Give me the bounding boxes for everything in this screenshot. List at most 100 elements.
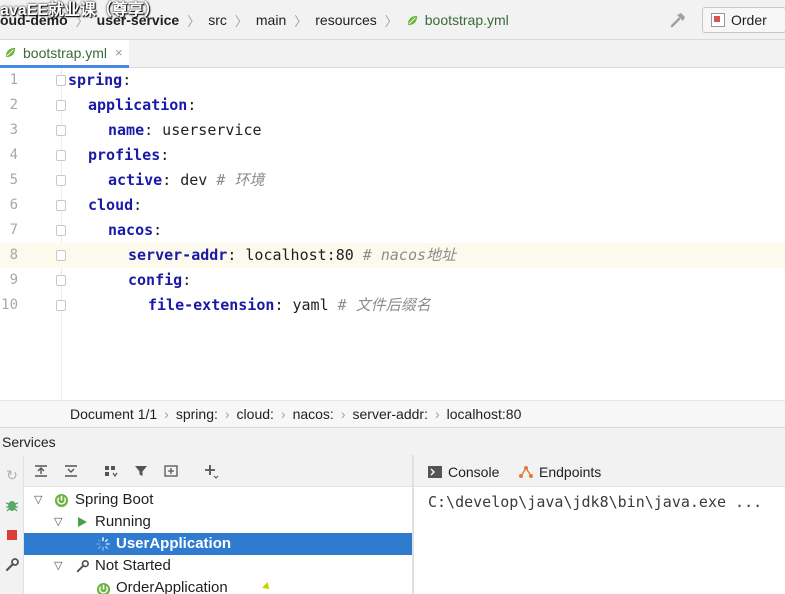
tree-node-user-application[interactable]: UserApplication — [24, 533, 412, 555]
hammer-icon[interactable] — [668, 10, 688, 30]
run-config-icon — [711, 13, 725, 27]
yaml-key: profiles — [88, 146, 161, 164]
fold-marker-icon[interactable] — [56, 125, 66, 136]
code-text: spring: — [68, 68, 131, 93]
code-text: nacos: — [108, 218, 162, 243]
breadcrumb-separator-icon: › — [164, 406, 169, 422]
yaml-crumb-nacos[interactable]: nacos: — [293, 406, 334, 422]
tree-node-not-started[interactable]: ▽ Not Started — [24, 555, 412, 577]
line-number: 3 — [9, 122, 18, 138]
code-text: config: — [128, 268, 191, 293]
console-icon — [428, 466, 442, 478]
tree-label: Running — [95, 513, 151, 530]
yaml-colon: : — [144, 121, 154, 139]
editor-line[interactable]: 9 config: — [0, 268, 785, 293]
editor-line[interactable]: 4 profiles: — [0, 143, 785, 168]
tab-console[interactable]: Console — [428, 463, 499, 481]
collapse-all-icon[interactable] — [63, 463, 79, 479]
breadcrumb-separator-icon: › — [434, 406, 440, 422]
editor-line[interactable]: 7 nacos: — [0, 218, 785, 243]
chevron-down-icon[interactable]: ▽ — [54, 511, 62, 533]
editor-line[interactable]: 2 application: — [0, 93, 785, 118]
code-text: active: dev # 环境 — [108, 168, 264, 193]
run-configuration-selector[interactable]: Order — [702, 7, 785, 33]
yaml-key: name — [108, 121, 145, 139]
editor-line[interactable]: 6 cloud: — [0, 193, 785, 218]
services-toolbar — [24, 455, 412, 487]
editor-line[interactable]: 5 active: dev # 环境 — [0, 168, 785, 193]
editor-line[interactable]: 3 name: userservice — [0, 118, 785, 143]
debug-bug-icon[interactable] — [4, 497, 20, 513]
code-text: application: — [88, 93, 196, 118]
tree-label: UserApplication — [116, 535, 232, 552]
fold-marker-icon[interactable] — [56, 175, 66, 186]
breadcrumb-file[interactable]: bootstrap.yml — [425, 12, 509, 28]
line-number: 4 — [9, 147, 18, 163]
rerun-icon[interactable]: ↻ — [4, 467, 20, 483]
code-text: file-extension: yaml # 文件后缀名 — [148, 293, 431, 318]
expand-all-icon[interactable] — [33, 463, 49, 479]
yaml-comment: # nacos地址 — [353, 246, 457, 264]
editor-line[interactable]: 10 file-extension: yaml # 文件后缀名 — [0, 293, 785, 318]
yaml-crumb-spring[interactable]: spring: — [176, 406, 218, 422]
breadcrumb-src[interactable]: src — [208, 12, 227, 28]
chevron-down-icon[interactable]: ▽ — [54, 555, 62, 577]
yaml-crumb-value[interactable]: localhost:80 — [447, 406, 522, 422]
yaml-key: server-addr — [128, 246, 228, 264]
editor-line[interactable]: 1 spring: — [0, 68, 785, 93]
new-tab-icon[interactable] — [163, 463, 179, 479]
tab-bootstrap-yml[interactable]: bootstrap.yml × — [0, 40, 129, 68]
yaml-value: dev — [171, 171, 208, 189]
fold-marker-icon[interactable] — [56, 200, 66, 211]
code-text: profiles: — [88, 143, 169, 168]
fold-marker-icon[interactable] — [56, 275, 66, 286]
yaml-key: file-extension — [148, 296, 275, 314]
breadcrumb-main[interactable]: main — [256, 12, 286, 28]
spinner-icon — [96, 537, 110, 551]
tree-node-running[interactable]: ▽ Running — [24, 511, 412, 533]
tab-endpoints[interactable]: Endpoints — [518, 463, 601, 481]
run-configuration-label: Order — [731, 12, 767, 28]
tree-node-spring-boot[interactable]: ▽ Spring Boot — [24, 489, 412, 511]
fold-marker-icon[interactable] — [56, 75, 66, 86]
yaml-crumb-cloud[interactable]: cloud: — [237, 406, 274, 422]
chevron-down-icon[interactable]: ▽ — [34, 489, 42, 511]
fold-marker-icon[interactable] — [56, 150, 66, 161]
document-indicator[interactable]: Document 1/1 — [70, 406, 157, 422]
filter-icon[interactable] — [133, 463, 149, 479]
yaml-colon: : — [182, 271, 192, 289]
yaml-breadcrumb: Document 1/1 › spring: › cloud: › nacos:… — [0, 400, 785, 427]
yaml-key: cloud — [88, 196, 134, 214]
group-by-icon[interactable] — [103, 463, 119, 479]
code-editor[interactable]: 1 spring: 2 application: 3 name: userservice 4… — [0, 68, 785, 400]
breadcrumb-resources[interactable]: resources — [315, 12, 376, 28]
spring-leaf-icon — [5, 47, 16, 58]
yaml-key: spring — [68, 71, 123, 89]
services-tree: ▽ Spring Boot ▽ Running UserApplication … — [24, 487, 412, 594]
video-watermark-title: avaEE就业课（尊享） — [0, 2, 161, 19]
fold-marker-icon[interactable] — [56, 225, 66, 236]
yaml-colon: : — [122, 71, 132, 89]
yaml-crumb-server-addr[interactable]: server-addr: — [353, 406, 428, 422]
yaml-colon: : — [160, 146, 170, 164]
yaml-colon: : — [187, 96, 197, 114]
breadcrumb-separator-icon: 〉 — [384, 13, 398, 29]
editor-line[interactable]: 8 server-addr: localhost:80 # nacos地址 — [0, 243, 785, 268]
navigation-bar: avaEE就业课（尊享） oud-demo 〉 user-service 〉 s… — [0, 0, 785, 40]
tree-label: OrderApplication — [116, 579, 228, 594]
services-title: Services — [2, 433, 56, 450]
fold-marker-icon[interactable] — [56, 100, 66, 111]
fold-marker-icon[interactable] — [56, 300, 66, 311]
close-icon[interactable]: × — [115, 45, 123, 60]
line-number: 7 — [9, 222, 18, 238]
tree-node-order-application[interactable]: OrderApplication — [24, 577, 412, 594]
breadcrumb-separator-icon: › — [224, 406, 230, 422]
settings-wrench-icon[interactable] — [4, 557, 20, 573]
tab-console-label: Console — [448, 464, 500, 480]
stop-icon[interactable] — [4, 527, 20, 543]
yaml-value: yaml — [283, 296, 329, 314]
console-output[interactable]: C:\develop\java\jdk8\bin\java.exe ... — [414, 487, 785, 594]
fold-marker-icon[interactable] — [56, 250, 66, 261]
yaml-key: active — [108, 171, 163, 189]
add-service-icon[interactable] — [203, 463, 219, 479]
